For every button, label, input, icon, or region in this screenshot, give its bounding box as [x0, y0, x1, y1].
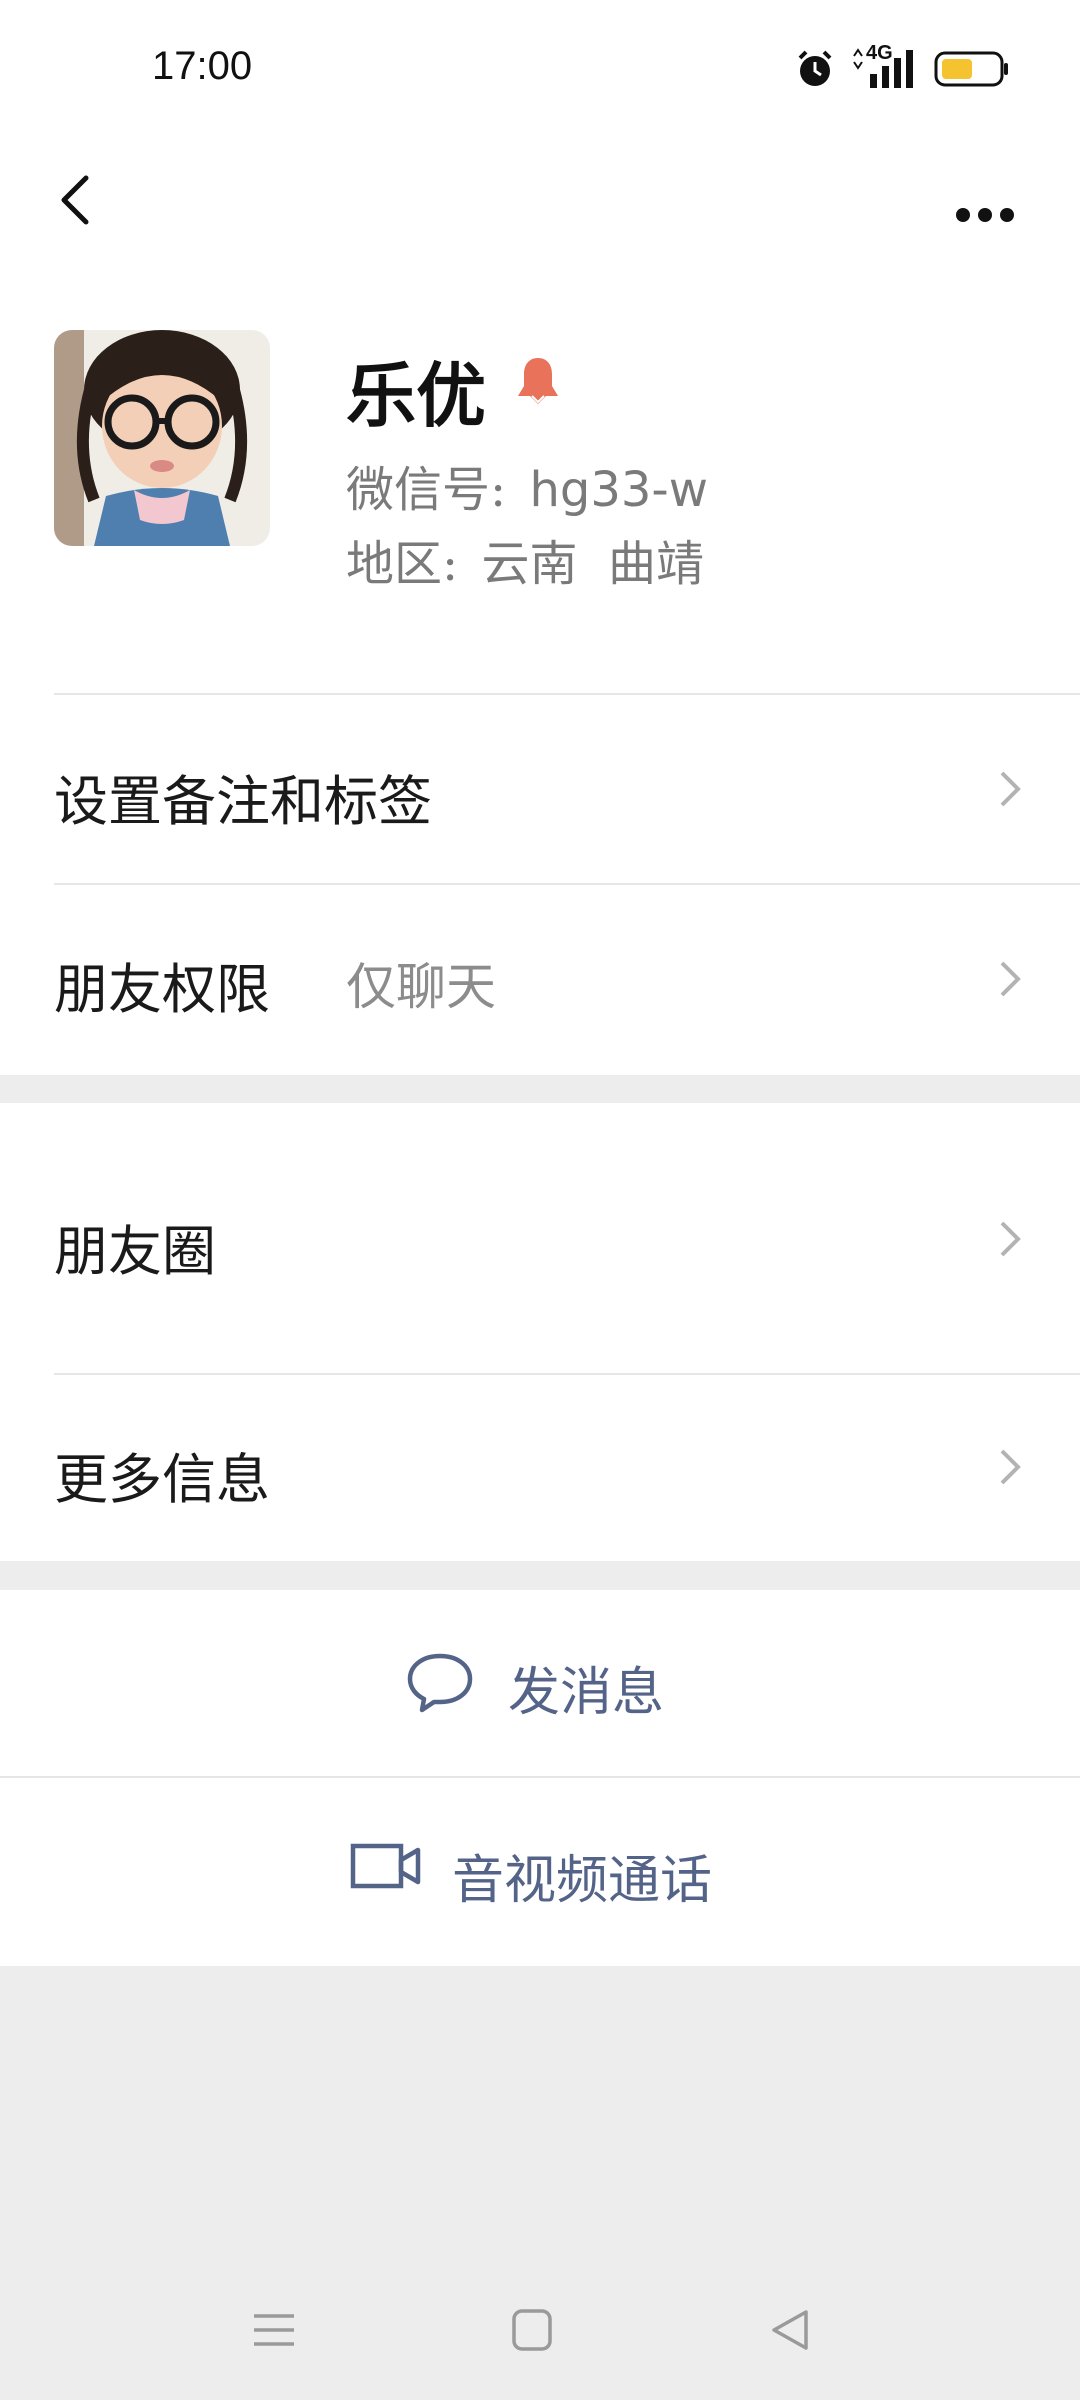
info-group: 朋友圈 更多信息: [0, 1103, 1080, 1561]
profile-name: 乐优: [346, 354, 486, 437]
remarks-tags-label: 设置备注和标签: [54, 770, 432, 833]
video-call-label: 音视频通话: [452, 1851, 713, 1911]
back-chevron-icon: [61, 175, 89, 225]
home-square-icon: [512, 2309, 552, 2351]
moments-row[interactable]: 朋友圈: [0, 1103, 1080, 1373]
wechat-id-row: 微信号: hg33-w: [346, 450, 708, 520]
send-message-button[interactable]: 发消息: [0, 1590, 1080, 1776]
friend-permissions-value: 仅聊天: [346, 958, 496, 1016]
more-dots-icon: [956, 208, 1014, 222]
header: [0, 140, 1080, 260]
region-value: 云南 曲靖: [481, 536, 704, 592]
avatar[interactable]: [54, 330, 270, 546]
chat-bubble-icon: [407, 1653, 473, 1713]
settings-group: 设置备注和标签 朋友权限 仅聊天: [0, 695, 1080, 1075]
status-bar: 17:00 4G: [0, 0, 1080, 140]
video-camera-icon: [350, 1843, 421, 1889]
back-button[interactable]: [40, 160, 120, 240]
back-nav-button[interactable]: [760, 2300, 820, 2360]
video-call-button[interactable]: 音视频通话: [0, 1778, 1080, 1966]
home-button[interactable]: [502, 2300, 562, 2360]
wechat-id-value: hg33-w: [529, 462, 708, 518]
wechat-id-label: 微信号:: [346, 462, 507, 518]
more-info-row[interactable]: 更多信息: [0, 1375, 1080, 1561]
actions-group: 发消息 音视频通话: [0, 1590, 1080, 1966]
remarks-tags-row[interactable]: 设置备注和标签: [0, 695, 1080, 883]
menu-lines-icon: [254, 2314, 294, 2346]
status-icons: 4G: [794, 42, 1010, 94]
region-row: 地区: 云南 曲靖: [346, 524, 704, 594]
region-label: 地区:: [346, 536, 459, 592]
profile-card: 乐优 微信号: hg33-w 地区: 云南 曲靖: [0, 260, 1080, 695]
more-info-label: 更多信息: [54, 1448, 270, 1511]
chevron-right-icon: [1000, 1449, 1021, 1485]
status-time: 17:00: [152, 44, 253, 88]
avatar-image: [54, 330, 270, 546]
female-icon: [510, 352, 566, 408]
menu-button[interactable]: [244, 2300, 304, 2360]
send-message-label: 发消息: [508, 1663, 665, 1723]
alarm-icon: [794, 48, 836, 94]
battery-icon: [934, 49, 1010, 93]
signal-icon: 4G: [850, 42, 920, 94]
system-nav-bar: [0, 2260, 1080, 2400]
chevron-right-icon: [1000, 1221, 1021, 1257]
friend-permissions-label: 朋友权限: [54, 958, 270, 1021]
friend-permissions-row[interactable]: 朋友权限 仅聊天: [0, 885, 1080, 1075]
chevron-right-icon: [1000, 961, 1021, 997]
chevron-right-icon: [1000, 771, 1021, 807]
moments-label: 朋友圈: [54, 1220, 216, 1283]
more-button[interactable]: [940, 160, 1030, 240]
network-type: 4G: [866, 42, 893, 64]
back-triangle-icon: [772, 2310, 808, 2350]
